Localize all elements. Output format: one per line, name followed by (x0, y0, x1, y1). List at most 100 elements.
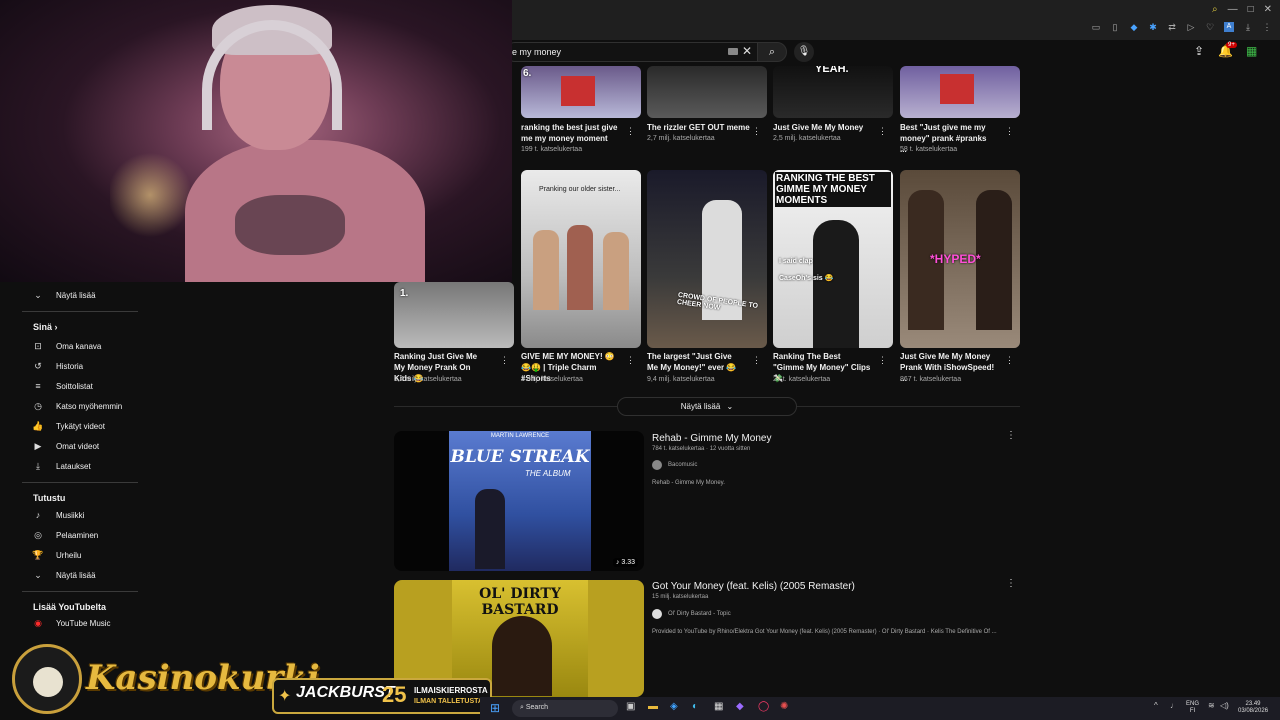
edge-icon[interactable]: ◐ (692, 701, 698, 712)
short-thumbnail[interactable] (647, 66, 767, 118)
short-title[interactable]: The rizzler GET OUT meme (647, 122, 753, 133)
sidebar-item-downloads[interactable]: ⤓ Lataukset (32, 457, 91, 475)
task-view-icon[interactable]: ▣ (626, 701, 635, 712)
more-options-icon[interactable]: ⋮ (752, 355, 761, 366)
sidebar-show-more[interactable]: ⌄ Näytä lisää (32, 566, 96, 584)
microphone-icon[interactable]: ♩ (1170, 701, 1178, 710)
voice-search-button[interactable]: 🎙 (794, 42, 814, 62)
more-options-icon[interactable]: ⋮ (500, 355, 509, 366)
close-window-icon[interactable]: ✕ (1264, 4, 1272, 15)
cover-title: BLUE STREAK (450, 447, 590, 467)
account-avatar[interactable]: ▦ (1246, 44, 1257, 58)
sidebar-item-your-videos[interactable]: ▶ Omat videot (32, 437, 100, 455)
profile-icon[interactable]: A (1224, 22, 1234, 32)
short-title[interactable]: ranking the best just give me my money m… (521, 122, 627, 144)
more-options-icon[interactable]: ⋮ (1006, 430, 1016, 441)
keyboard-layout: FI (1189, 708, 1196, 714)
tray-chevron-icon[interactable]: ^ (1154, 701, 1158, 710)
copilot-icon[interactable]: ◈ (670, 701, 678, 712)
sidebar-item-gaming[interactable]: ◎ Pelaaminen (32, 526, 98, 544)
short-thumbnail[interactable]: 1. (394, 282, 514, 348)
sidebar-show-more[interactable]: ⌄ Näytä lisää (32, 286, 95, 304)
video-thumbnail[interactable]: MARTIN LAWRENCE BLUE STREAK THE ALBUM ♪ … (394, 431, 644, 571)
webcam-overlay (0, 0, 512, 282)
store-icon[interactable]: ▦ (714, 701, 723, 712)
sidebar-item-history[interactable]: ↺ Historia (32, 357, 83, 375)
more-options-icon[interactable]: ⋮ (1005, 355, 1014, 366)
upload-icon[interactable]: ⇪ (1194, 44, 1204, 58)
cast-icon[interactable]: ▭ (1091, 22, 1101, 32)
channel-link[interactable]: Ol' Dirty Bastard - Topic (652, 609, 731, 619)
promo-banner: ✦ JACKBURST 25 ILMAISKIERROSTA ILMAN TAL… (272, 678, 492, 714)
chevron-down-icon: ⌄ (34, 569, 42, 580)
clear-search-icon[interactable]: ✕ (742, 44, 752, 58)
short-title[interactable]: Just Give Me My Money (773, 122, 879, 133)
playlist-icon: ≡ (35, 381, 41, 391)
download-icon[interactable]: ⤓ (1243, 22, 1253, 32)
video-icon: ▶ (34, 440, 42, 451)
short-thumbnail[interactable] (900, 66, 1020, 118)
file-explorer-icon[interactable]: ▬ (648, 701, 658, 712)
browser-menu-icon[interactable]: ⋮ (1262, 22, 1272, 32)
video-description: Rehab - Gimme My Money. (652, 480, 725, 486)
keyboard-icon[interactable] (728, 48, 738, 55)
more-options-icon[interactable]: ⋮ (1005, 126, 1014, 137)
section-title: Sinä (33, 322, 53, 332)
more-options-icon[interactable]: ⋮ (1006, 578, 1016, 589)
show-more-shorts-button[interactable]: Näytä lisää ⌄ (617, 397, 797, 416)
short-thumbnail[interactable]: 6. (521, 66, 641, 118)
play-extension-icon[interactable]: ▷ (1186, 22, 1196, 32)
person-shape (976, 190, 1012, 330)
sidebar-item-your-channel[interactable]: ⊡ Oma kanava (32, 337, 101, 355)
short-thumbnail[interactable]: RANKING THE BEST GIMME MY MONEY MOMENTS … (773, 170, 893, 348)
heart-icon[interactable]: ♡ (1205, 22, 1215, 32)
search-tab-icon[interactable]: ⌕ (1212, 4, 1218, 15)
more-options-icon[interactable]: ⋮ (626, 355, 635, 366)
sidebar-item-watch-later[interactable]: ◷ Katso myöhemmin (32, 397, 122, 415)
clock[interactable]: 23.49 03/08/2026 (1238, 701, 1268, 715)
promo-line-2: ILMAN TALLETUSTA (414, 698, 483, 705)
translate-icon[interactable]: ⇄ (1167, 22, 1177, 32)
wifi-icon[interactable]: ≋ (1208, 701, 1215, 710)
short-thumbnail[interactable]: CROWD OF PEOPLE TO CHEER NOW (647, 170, 767, 348)
search-button[interactable]: ⌕ (757, 42, 787, 62)
short-title[interactable]: The largest "Just Give Me My Money!" eve… (647, 351, 745, 373)
sidebar-item-youtube-music[interactable]: ◉ YouTube Music (32, 614, 111, 632)
channel-link[interactable]: Bacomusic (652, 460, 697, 470)
more-options-icon[interactable]: ⋮ (752, 126, 761, 137)
more-options-icon[interactable]: ⋮ (626, 126, 635, 137)
app-icon[interactable]: ◆ (736, 701, 744, 712)
sidebar-item-sports[interactable]: 🏆 Urheilu (32, 546, 81, 564)
history-icon: ↺ (34, 360, 42, 371)
language-indicator[interactable]: ENG FI (1186, 701, 1199, 715)
video-title[interactable]: Got Your Money (feat. Kelis) (2005 Remas… (652, 581, 855, 592)
person-shape (603, 232, 629, 310)
more-options-icon[interactable]: ⋮ (878, 355, 887, 366)
video-title[interactable]: Rehab - Gimme My Money (652, 433, 771, 444)
minimize-icon[interactable]: — (1228, 4, 1238, 15)
microphone-icon: 🎙 (797, 46, 811, 57)
puzzle-extension-icon[interactable]: ✱ (1148, 22, 1158, 32)
maximize-icon[interactable]: □ (1248, 4, 1254, 15)
channel-avatar (652, 460, 662, 470)
short-thumbnail[interactable]: *HYPED* (900, 170, 1020, 348)
opera-gx-icon[interactable]: ◯ (758, 701, 769, 712)
taskbar-search[interactable]: ⌕ Search (512, 700, 618, 717)
sidebar-item-music[interactable]: ♪ Musiikki (32, 506, 85, 524)
more-options-icon[interactable]: ⋮ (878, 126, 887, 137)
app-icon[interactable]: ✺ (780, 701, 788, 712)
show-more-label: Näytä lisää (680, 402, 721, 411)
short-thumbnail[interactable]: YEAH. (773, 66, 893, 118)
shield-extension-icon[interactable]: ◆ (1129, 22, 1139, 32)
clock-time: 23.49 (1245, 701, 1261, 707)
search-input[interactable]: e my money (505, 42, 757, 62)
short-thumbnail[interactable]: Pranking our older sister... (521, 170, 641, 348)
bookmark-icon[interactable]: ▯ (1110, 22, 1120, 32)
sidebar-item-label: Näytä lisää (56, 570, 96, 580)
sidebar-item-playlists[interactable]: ≡ Soittolistat (32, 377, 93, 395)
sidebar-section-you[interactable]: Sinä › (33, 322, 58, 332)
sidebar-item-liked-videos[interactable]: 👍 Tykätyt videot (32, 417, 105, 435)
windows-start-icon[interactable]: ⊞ (490, 701, 500, 715)
chest-tattoo (235, 195, 345, 255)
volume-icon[interactable]: ◁) (1220, 701, 1229, 710)
